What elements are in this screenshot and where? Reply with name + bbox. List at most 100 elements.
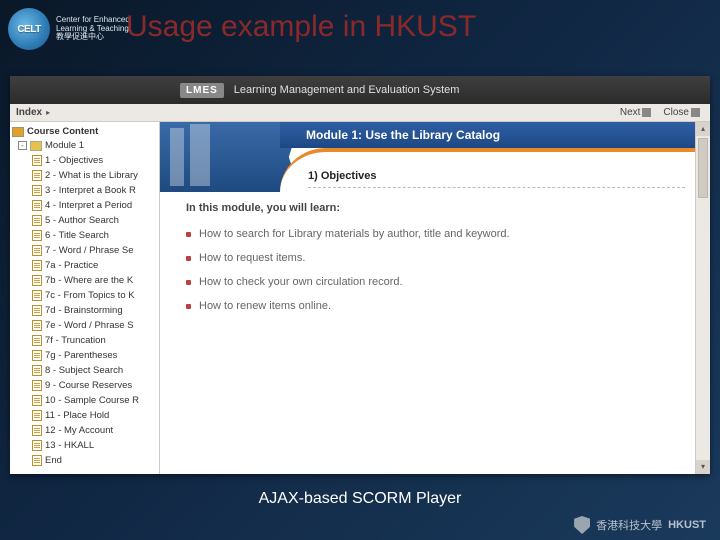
tree-item-label: 7e - Word / Phrase S — [45, 320, 134, 331]
tree-item[interactable]: 10 - Sample Course R — [32, 393, 157, 408]
tree-item-label: 12 - My Account — [45, 425, 113, 436]
bullet-icon — [186, 256, 191, 261]
tree-item[interactable]: 7f - Truncation — [32, 333, 157, 348]
tree-item[interactable]: 7c - From Topics to K — [32, 288, 157, 303]
tree-item[interactable]: 4 - Interpret a Period — [32, 198, 157, 213]
page-icon — [32, 245, 42, 256]
tree-item[interactable]: 7a - Practice — [32, 258, 157, 273]
tree-item-label: 7f - Truncation — [45, 335, 106, 346]
close-button[interactable]: Close — [659, 107, 704, 118]
page-icon — [32, 455, 42, 466]
bullet-text: How to request items. — [199, 252, 305, 264]
hero-image — [160, 122, 300, 192]
tree-item[interactable]: 1 - Objectives — [32, 153, 157, 168]
content-pane: Module 1: Use the Library Catalog 1) Obj… — [160, 122, 695, 474]
page-icon — [32, 230, 42, 241]
tree-item[interactable]: 11 - Place Hold — [32, 408, 157, 423]
page-icon — [32, 350, 42, 361]
tree-item[interactable]: 7d - Brainstorming — [32, 303, 157, 318]
folder-icon — [30, 141, 42, 151]
page-icon — [32, 335, 42, 346]
tree-item[interactable]: 9 - Course Reserves — [32, 378, 157, 393]
page-icon — [32, 275, 42, 286]
collapse-icon[interactable]: - — [18, 141, 27, 150]
page-icon — [32, 440, 42, 451]
page-icon — [32, 320, 42, 331]
tree-item-label: 4 - Interpret a Period — [45, 200, 132, 211]
lmes-tagline: Learning Management and Evaluation Syste… — [234, 84, 460, 96]
next-icon — [642, 108, 651, 117]
tree-item[interactable]: 12 - My Account — [32, 423, 157, 438]
page-icon — [32, 200, 42, 211]
scroll-down-icon[interactable]: ▾ — [696, 460, 710, 474]
scorm-player-window: LMES Learning Management and Evaluation … — [10, 76, 710, 474]
slide-caption: AJAX-based SCORM Player — [0, 490, 720, 508]
tree-item-label: 11 - Place Hold — [45, 410, 109, 421]
scrollbar[interactable]: ▴ ▾ — [695, 122, 710, 474]
tree-item[interactable]: 7b - Where are the K — [32, 273, 157, 288]
tree-item-label: 8 - Subject Search — [45, 365, 123, 376]
page-icon — [32, 380, 42, 391]
tree-item-label: 2 - What is the Library — [45, 170, 138, 181]
tree-item[interactable]: 7g - Parentheses — [32, 348, 157, 363]
tree-item[interactable]: 2 - What is the Library — [32, 168, 157, 183]
tree-item-label: 6 - Title Search — [45, 230, 109, 241]
page-icon — [32, 365, 42, 376]
tree-item[interactable]: 7 - Word / Phrase Se — [32, 243, 157, 258]
bullet-icon — [186, 304, 191, 309]
next-button[interactable]: Next — [616, 107, 656, 118]
page-icon — [32, 290, 42, 301]
index-toggle-icon[interactable]: ▸ — [46, 108, 50, 117]
tree-item-label: 7a - Practice — [45, 260, 98, 271]
tree-item[interactable]: 5 - Author Search — [32, 213, 157, 228]
course-icon — [12, 127, 24, 137]
scroll-up-icon[interactable]: ▴ — [696, 122, 710, 136]
tree-item-label: 7g - Parentheses — [45, 350, 117, 361]
page-icon — [32, 410, 42, 421]
section-title: 1) Objectives — [308, 170, 685, 188]
module-title: Module 1: Use the Library Catalog — [280, 122, 695, 148]
tree-item-label: End — [45, 455, 62, 466]
tree-module[interactable]: - Module 1 — [18, 140, 157, 151]
tree-item-label: 7b - Where are the K — [45, 275, 133, 286]
close-icon — [691, 108, 700, 117]
tree-item[interactable]: 8 - Subject Search — [32, 363, 157, 378]
tree-root[interactable]: Course Content — [12, 126, 157, 137]
page-icon — [32, 305, 42, 316]
page-icon — [32, 215, 42, 226]
objective-bullet: How to renew items online. — [186, 300, 679, 312]
hkust-shield-icon — [574, 516, 590, 534]
page-icon — [32, 170, 42, 181]
tree-item[interactable]: 7e - Word / Phrase S — [32, 318, 157, 333]
celt-cn: 教學促進中心 — [56, 33, 130, 42]
tree-item[interactable]: 6 - Title Search — [32, 228, 157, 243]
index-toggle-label[interactable]: Index — [16, 107, 42, 118]
tree-item[interactable]: 13 - HKALL — [32, 438, 157, 453]
page-icon — [32, 155, 42, 166]
tree-item-label: 7c - From Topics to K — [45, 290, 135, 301]
tree-item-label: 9 - Course Reserves — [45, 380, 132, 391]
player-toolbar: Index ▸ Next Close — [10, 104, 710, 122]
tree-item[interactable]: 3 - Interpret a Book R — [32, 183, 157, 198]
content-lead: In this module, you will learn: — [186, 202, 679, 214]
objective-bullet: How to search for Library materials by a… — [186, 228, 679, 240]
tree-item-label: 13 - HKALL — [45, 440, 94, 451]
tree-item-label: 3 - Interpret a Book R — [45, 185, 136, 196]
page-icon — [32, 395, 42, 406]
bullet-text: How to check your own circulation record… — [199, 276, 403, 288]
lmes-header: LMES Learning Management and Evaluation … — [10, 76, 710, 104]
page-icon — [32, 260, 42, 271]
objective-bullet: How to request items. — [186, 252, 679, 264]
page-icon — [32, 425, 42, 436]
objective-bullet: How to check your own circulation record… — [186, 276, 679, 288]
bullet-icon — [186, 280, 191, 285]
celt-logo-badge: CELT — [8, 8, 50, 50]
hkust-footer-logo: 香港科技大學 HKUST — [574, 516, 706, 534]
tree-item-label: 5 - Author Search — [45, 215, 119, 226]
scroll-thumb[interactable] — [698, 138, 708, 198]
course-tree: Course Content - Module 1 1 - Objectives… — [10, 122, 160, 474]
slide-title: Usage example in HKUST — [126, 10, 476, 44]
celt-logo: CELT Center for Enhanced Learning & Teac… — [8, 8, 130, 50]
tree-item-label: 1 - Objectives — [45, 155, 103, 166]
tree-item[interactable]: End — [32, 453, 157, 468]
